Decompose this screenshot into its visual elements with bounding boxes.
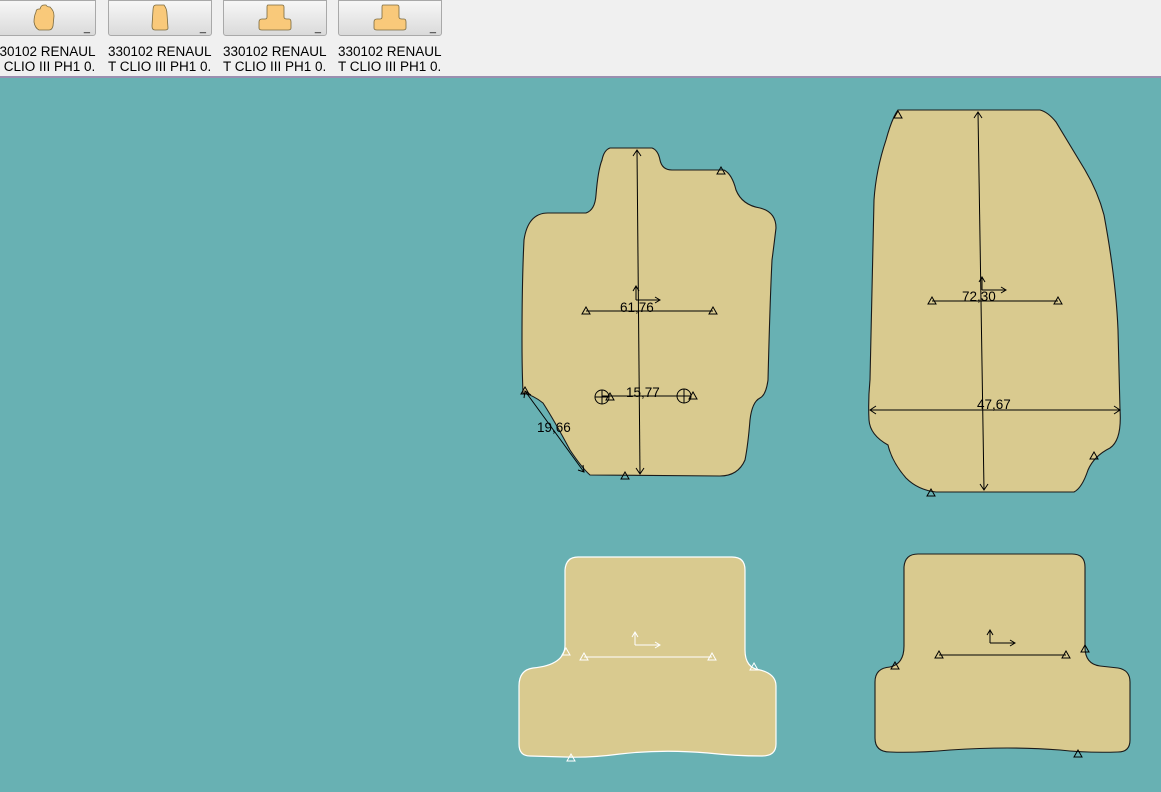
thumbnail-1[interactable]: _ 330102 RENAULT CLIO III PH1 0... bbox=[0, 0, 96, 76]
measure-diagonal-label: 19,66 bbox=[537, 420, 571, 435]
layout-canvas[interactable]: 61,76 15,77 19,66 72,30 47,67 bbox=[0, 78, 1161, 792]
thumbnail-4-label: 330102 RENAUL T CLIO III PH1 0... bbox=[338, 44, 442, 74]
thumbnail-3-label: 330102 RENAUL T CLIO III PH1 0... bbox=[223, 44, 327, 74]
measure-width-label: 61,76 bbox=[620, 300, 654, 315]
thumbnail-4[interactable]: _ 330102 RENAUL T CLIO III PH1 0... bbox=[338, 0, 442, 76]
mat-shape-2-icon bbox=[151, 4, 169, 31]
mat-shape-4-icon bbox=[373, 4, 407, 31]
thumbnail-4-button[interactable]: _ bbox=[338, 0, 442, 36]
minimize-icon[interactable]: _ bbox=[315, 23, 321, 34]
thumbnail-toolbar: _ 330102 RENAULT CLIO III PH1 0... _ 330… bbox=[0, 0, 1161, 78]
thumbnail-2-button[interactable]: _ bbox=[108, 0, 212, 36]
mat-shape-1-icon bbox=[33, 4, 55, 31]
mat-shape-3-icon bbox=[258, 4, 292, 31]
thumbnail-3-button[interactable]: _ bbox=[223, 0, 327, 36]
mat-rear-left[interactable] bbox=[518, 556, 777, 762]
thumbnail-1-label: 330102 RENAULT CLIO III PH1 0... bbox=[0, 44, 96, 74]
thumbnail-3[interactable]: _ 330102 RENAUL T CLIO III PH1 0... bbox=[223, 0, 327, 76]
measure-hole-distance-label: 15,77 bbox=[626, 385, 660, 400]
minimize-icon[interactable]: _ bbox=[200, 23, 206, 34]
mat-front-left[interactable]: 61,76 15,77 19,66 bbox=[520, 147, 777, 480]
measure-length-label: 47,67 bbox=[977, 397, 1011, 412]
measure-width-label: 72,30 bbox=[962, 289, 996, 304]
thumbnail-1-button[interactable]: _ bbox=[0, 0, 96, 36]
thumbnail-2[interactable]: _ 330102 RENAUL T CLIO III PH1 0... bbox=[108, 0, 212, 76]
thumbnail-2-label: 330102 RENAUL T CLIO III PH1 0... bbox=[108, 44, 212, 74]
mat-front-right[interactable]: 72,30 47,67 bbox=[868, 109, 1121, 497]
mat-rear-right[interactable] bbox=[874, 553, 1131, 758]
minimize-icon[interactable]: _ bbox=[84, 23, 90, 34]
minimize-icon[interactable]: _ bbox=[430, 23, 436, 34]
